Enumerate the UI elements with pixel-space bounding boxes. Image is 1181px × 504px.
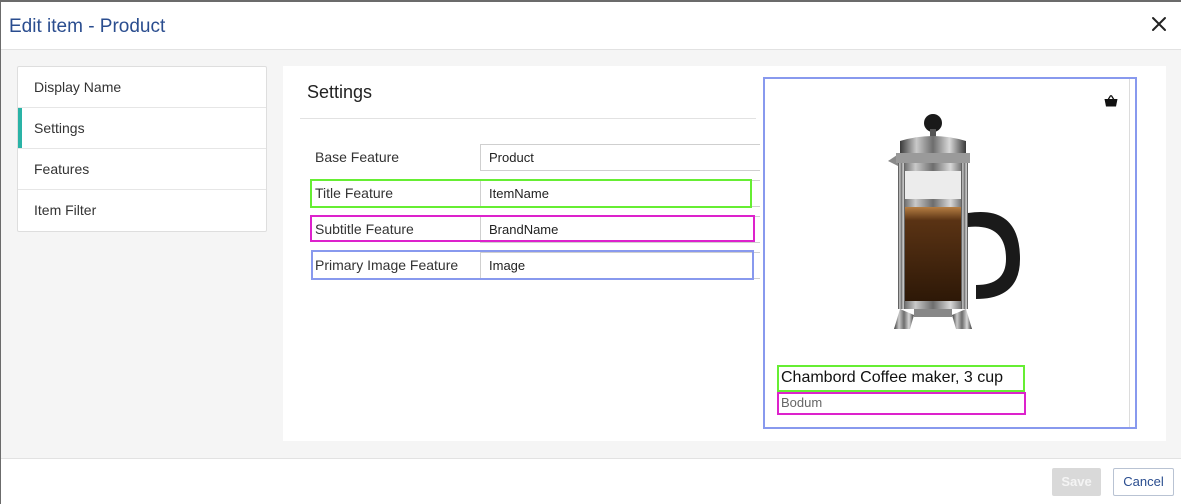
dialog-footer: Save Cancel (1, 458, 1181, 504)
basket-icon[interactable] (1104, 95, 1118, 107)
primary-image-feature-label: Primary Image Feature (315, 257, 459, 273)
sidebar-item-settings[interactable]: Settings (18, 108, 266, 149)
title-feature-label: Title Feature (315, 185, 394, 201)
dialog-header: Edit item - Product (1, 2, 1181, 50)
sidebar-item-label: Features (34, 161, 90, 177)
settings-panel: Settings Base Feature Product Title Feat… (283, 66, 1166, 441)
item-preview-card: Chambord Coffee maker, 3 cup Bodum (763, 77, 1137, 429)
preview-title: Chambord Coffee maker, 3 cup (781, 369, 1004, 386)
sidebar-item-item-filter[interactable]: Item Filter (18, 190, 266, 231)
sidebar-item-label: Settings (34, 120, 85, 136)
subtitle-feature-label: Subtitle Feature (315, 221, 414, 237)
save-button[interactable]: Save (1052, 468, 1101, 496)
sidebar-item-display-name[interactable]: Display Name (18, 67, 266, 108)
preview-subtitle: Bodum (781, 395, 823, 410)
sidebar-item-features[interactable]: Features (18, 149, 266, 190)
close-icon[interactable] (1151, 16, 1167, 32)
edit-item-dialog: Edit item - Product Display Name Setting… (1, 2, 1181, 504)
base-feature-label: Base Feature (315, 149, 400, 165)
sidebar-item-label: Display Name (34, 79, 122, 95)
settings-sidebar: Display Name Settings Features Item Filt… (17, 66, 267, 232)
title-feature-field[interactable]: ItemName (480, 180, 760, 207)
divider (300, 118, 756, 119)
primary-image-feature-field[interactable]: Image (480, 252, 760, 279)
base-feature-field[interactable]: Product (480, 144, 760, 171)
cancel-button[interactable]: Cancel (1113, 468, 1174, 496)
french-press-image (870, 109, 1030, 335)
subtitle-feature-field[interactable]: BrandName (480, 216, 760, 243)
card-scrollbar-track (1129, 79, 1130, 427)
settings-heading: Settings (307, 82, 373, 102)
dialog-title: Edit item - Product (9, 16, 166, 37)
sidebar-item-label: Item Filter (34, 202, 97, 218)
